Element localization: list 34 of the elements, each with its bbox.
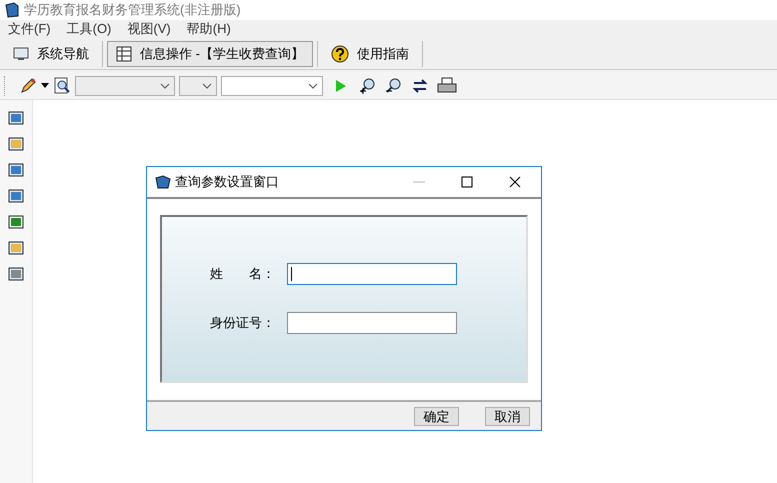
window-button[interactable] [8, 110, 24, 126]
help-icon [330, 44, 349, 62]
swap-icon[interactable] [411, 76, 429, 94]
window-icon [8, 110, 24, 126]
tab[interactable]: 使用指南 [322, 40, 418, 66]
preview-icon[interactable] [53, 76, 71, 94]
caret-icon[interactable] [41, 82, 49, 88]
field-label: 身份证号： [210, 314, 276, 332]
close-icon[interactable] [509, 176, 521, 188]
dialog-button[interactable]: 确定 [414, 406, 459, 426]
menu-item[interactable]: 文件(F) [8, 19, 51, 39]
chevron-down-icon [308, 82, 318, 88]
zoom-in-icon[interactable] [359, 76, 377, 94]
field-label: 姓 名： [210, 265, 276, 284]
menu-item[interactable]: 工具(O) [66, 19, 112, 39]
dialog-title: 查询参数设置窗口 [175, 173, 279, 192]
monitor-icon [13, 46, 29, 60]
menu-item[interactable]: 帮助(H) [186, 19, 231, 39]
chevron-down-icon [160, 82, 170, 88]
chevron-down-icon [202, 82, 212, 88]
tab[interactable]: 系统导航 [4, 40, 98, 66]
maximize-icon[interactable] [461, 176, 473, 188]
printer-icon[interactable] [437, 76, 457, 94]
zoom-out-icon[interactable] [385, 76, 403, 94]
dialog-button[interactable]: 取消 [485, 406, 530, 426]
pencil-icon[interactable] [19, 76, 37, 94]
window-title: 学历教育报名财务管理系统(非注册版) [24, 1, 241, 20]
grid-icon [116, 46, 132, 62]
folder-icon [155, 174, 171, 190]
tab[interactable]: 信息操作 -【学生收费查询】 [107, 40, 313, 66]
input-field[interactable] [287, 263, 457, 285]
input-field[interactable] [287, 312, 457, 334]
app-icon [4, 2, 20, 18]
menu-item[interactable]: 视图(V) [127, 19, 171, 39]
